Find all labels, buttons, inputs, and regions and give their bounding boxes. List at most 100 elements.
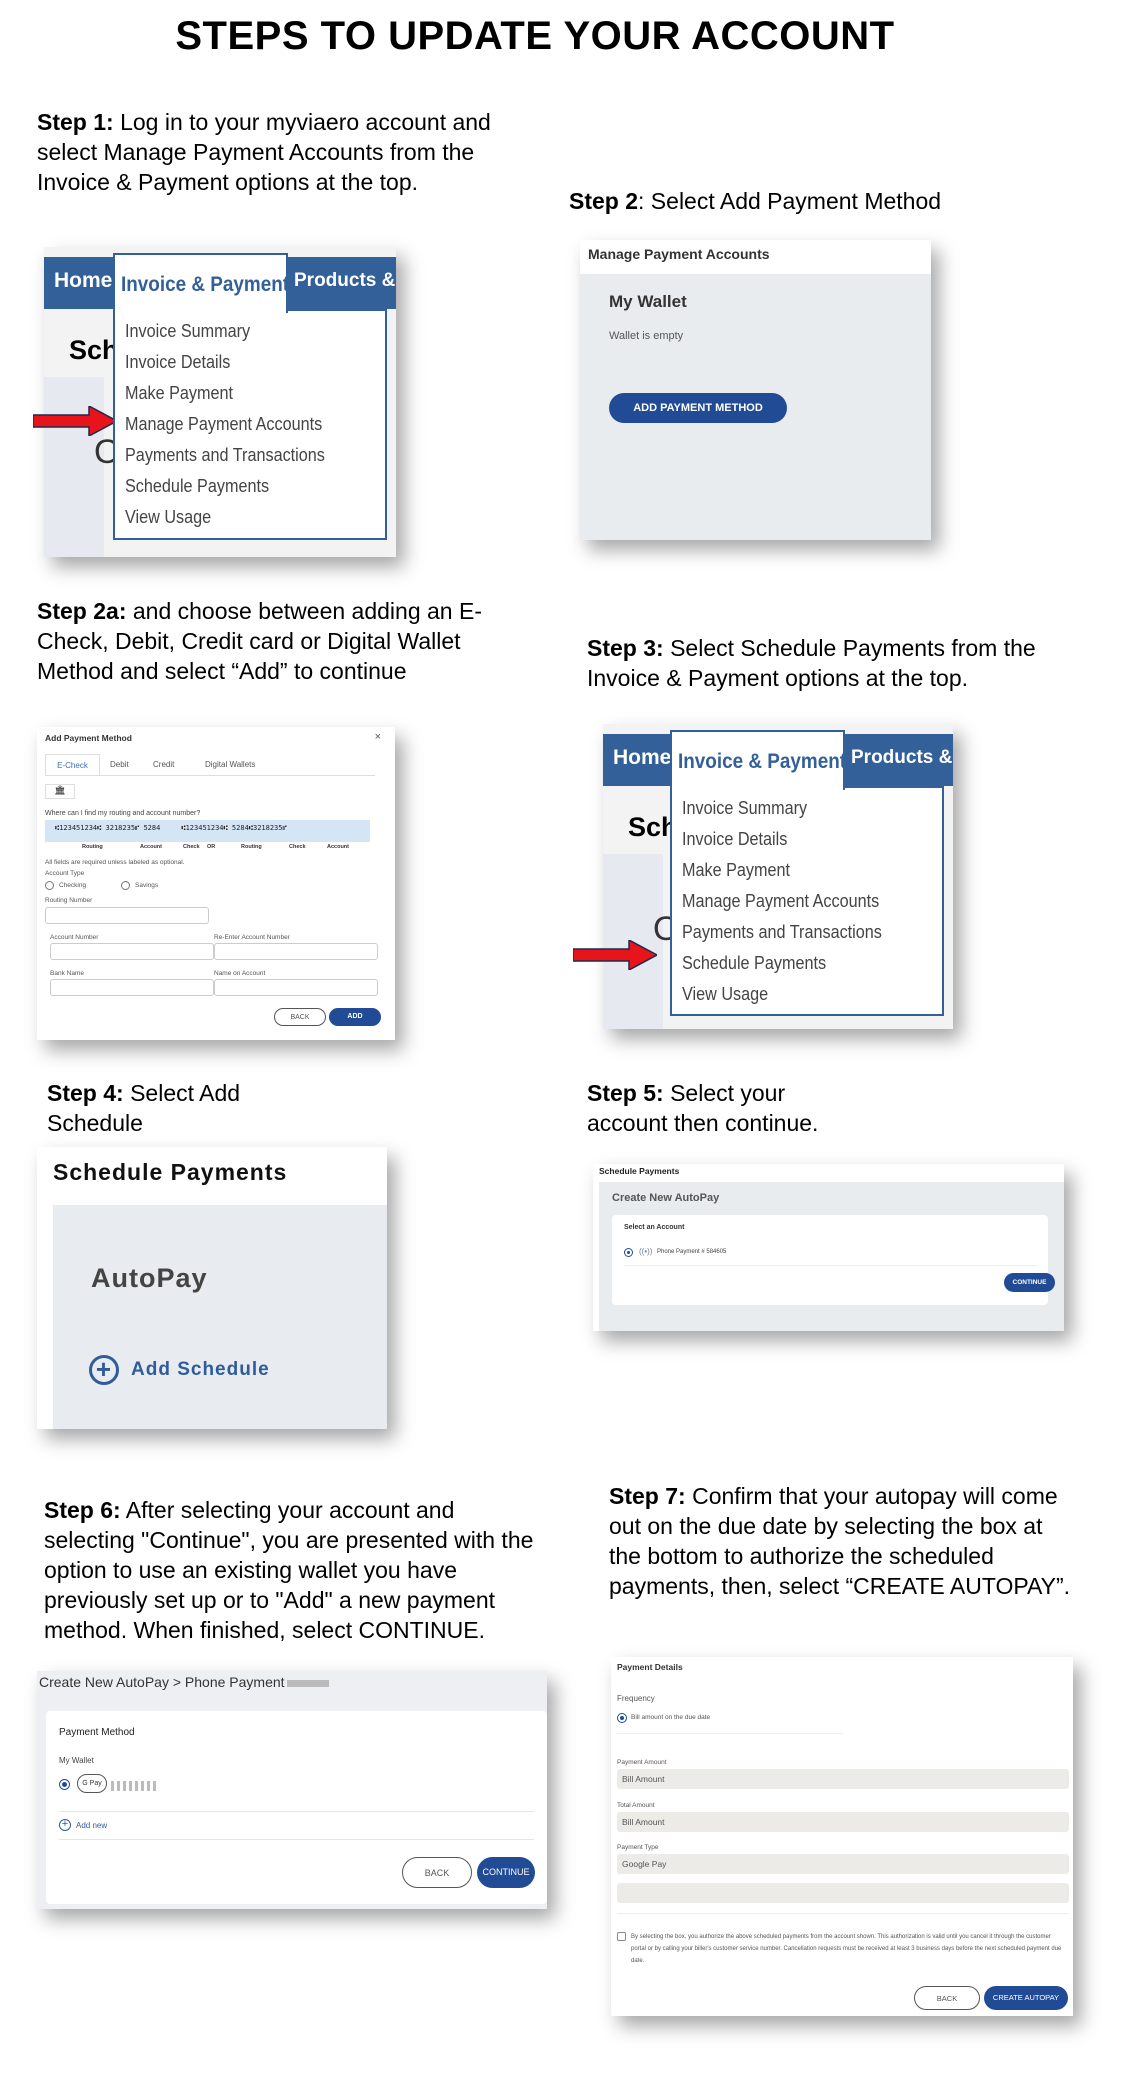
tab-echeck[interactable]: E-Check — [45, 754, 100, 776]
nav-home[interactable]: Home — [613, 746, 671, 770]
routing-number-input[interactable] — [45, 907, 209, 924]
step-2-screenshot: Manage Payment Accounts My Wallet Wallet… — [580, 240, 931, 540]
check-label: Account — [327, 844, 349, 850]
divider — [617, 1733, 843, 1734]
back-button[interactable]: BACK — [402, 1857, 472, 1888]
step-7-screenshot: Payment Details Frequency Bill amount on… — [611, 1657, 1073, 2016]
nav-home[interactable]: Home — [54, 269, 112, 293]
step-4-text: Step 4: Select Add Schedule — [47, 1080, 241, 1136]
account-number-label: Account Number — [50, 934, 99, 941]
payment-method-title: Payment Method — [59, 1727, 135, 1738]
menu-item-make-payment[interactable]: Make Payment — [125, 383, 233, 404]
menu-item-invoice-summary[interactable]: Invoice Summary — [125, 321, 250, 342]
frequency-radio[interactable] — [617, 1713, 627, 1723]
menu-item-payments-transactions[interactable]: Payments and Transactions — [125, 445, 325, 466]
nav-invoice-payment[interactable]: Invoice & Payment — [121, 273, 289, 297]
autopay-panel: AutoPay + Add Schedule — [53, 1205, 387, 1429]
routing-number-label: Routing Number — [45, 897, 93, 904]
back-button[interactable]: BACK — [274, 1008, 326, 1026]
menu-item-make-payment[interactable]: Make Payment — [682, 860, 790, 881]
routing-help-link[interactable]: Where can I find my routing and account … — [45, 810, 200, 817]
tab-digital-wallets[interactable]: Digital Wallets — [205, 760, 255, 769]
menu-item-manage-payment-accounts[interactable]: Manage Payment Accounts — [682, 891, 879, 912]
total-amount-field: Bill Amount — [617, 1812, 1069, 1832]
masked-account-field — [617, 1883, 1069, 1903]
authorize-checkbox[interactable] — [617, 1932, 626, 1941]
menu-item-payments-transactions[interactable]: Payments and Transactions — [682, 922, 882, 943]
divider — [617, 1913, 1069, 1914]
menu-item-invoice-details[interactable]: Invoice Details — [682, 829, 787, 850]
tab-credit[interactable]: Credit — [153, 760, 174, 769]
payment-type-label: Payment Type — [617, 1844, 659, 1851]
payment-tabs: E-Check Debit Credit Digital Wallets — [45, 754, 375, 776]
divider — [59, 1811, 534, 1812]
wallet-radio[interactable] — [59, 1779, 70, 1790]
step-6-screenshot: Create New AutoPay > Phone Payment Payme… — [37, 1671, 547, 1909]
add-payment-method-button[interactable]: ADD PAYMENT METHOD — [609, 393, 787, 423]
savings-radio[interactable] — [121, 881, 130, 890]
bank-icon[interactable]: 🏛 — [45, 784, 75, 799]
menu-item-schedule-payments[interactable]: Schedule Payments — [682, 953, 826, 974]
frequency-option-label: Bill amount on the due date — [631, 1714, 711, 1721]
step-1-text: Step 1: Log in to your myviaero account … — [37, 109, 491, 195]
nav-invoice-payment[interactable]: Invoice & Payment — [678, 750, 846, 774]
payment-amount-field: Bill Amount — [617, 1769, 1069, 1789]
step-4-screenshot: Schedule Payments AutoPay + Add Schedule — [37, 1147, 387, 1429]
back-button[interactable]: BACK — [914, 1986, 980, 2010]
select-account-label: Select an Account — [624, 1224, 685, 1231]
menu-item-manage-payment-accounts[interactable]: Manage Payment Accounts — [125, 414, 322, 435]
checking-label: Checking — [59, 882, 87, 889]
divider — [59, 1839, 534, 1840]
step-2a-screenshot: Add Payment Method × E-Check Debit Credi… — [37, 727, 395, 1040]
bank-name-label: Bank Name — [50, 970, 84, 977]
total-amount-label: Total Amount — [617, 1802, 655, 1809]
add-new-button[interactable]: + Add new — [59, 1819, 107, 1831]
continue-button[interactable]: CONTINUE — [1004, 1273, 1055, 1292]
name-on-account-input[interactable] — [214, 979, 378, 996]
invoice-payment-tab: Invoice & Payment — [670, 730, 846, 790]
name-on-account-label: Name on Account — [214, 970, 266, 977]
checking-radio[interactable] — [45, 881, 54, 890]
account-type-label: Account Type — [45, 870, 85, 877]
dialog-title: Add Payment Method — [45, 733, 132, 743]
reenter-account-input[interactable] — [214, 943, 378, 960]
menu-item-invoice-details[interactable]: Invoice Details — [125, 352, 230, 373]
check-label: Routing — [241, 844, 262, 850]
add-schedule-label: Add Schedule — [131, 1359, 270, 1380]
account-number-input[interactable] — [50, 943, 214, 960]
step-5-text: Step 5: Select your account then continu… — [587, 1080, 819, 1136]
masked-wallet-number — [111, 1781, 156, 1791]
menu-item-view-usage[interactable]: View Usage — [125, 507, 211, 528]
google-pay-icon: G Pay — [77, 1774, 107, 1793]
check-label: Check — [183, 844, 200, 850]
reenter-account-label: Re-Enter Account Number — [214, 934, 290, 941]
frequency-label: Frequency — [617, 1694, 655, 1703]
divider — [624, 1265, 1037, 1266]
bank-name-input[interactable] — [50, 979, 214, 996]
menu-item-invoice-summary[interactable]: Invoice Summary — [682, 798, 807, 819]
continue-button[interactable]: CONTINUE — [477, 1857, 535, 1888]
wallet-empty-text: Wallet is empty — [609, 330, 684, 342]
payment-amount-label: Payment Amount — [617, 1759, 667, 1766]
close-icon[interactable]: × — [375, 731, 381, 743]
check-label: Check — [289, 844, 306, 850]
breadcrumb-text: Create New AutoPay > Phone Payment — [39, 1674, 285, 1690]
step-3-text: Step 3: Select Schedule Payments from th… — [587, 635, 1036, 691]
account-option-label: Phone Payment # 584605 — [657, 1249, 727, 1255]
nav-products[interactable]: Products & — [294, 270, 395, 292]
add-schedule-button[interactable]: + Add Schedule — [89, 1355, 270, 1385]
breadcrumb: Create New AutoPay > Phone Payment — [39, 1674, 329, 1690]
required-note: All fields are required unless labeled a… — [45, 859, 185, 866]
menu-item-schedule-payments[interactable]: Schedule Payments — [125, 476, 269, 497]
check-label: Account — [140, 844, 162, 850]
create-autopay-button[interactable]: CREATE AUTOPAY — [984, 1986, 1068, 2010]
red-arrow-icon — [573, 940, 657, 970]
tab-debit[interactable]: Debit — [110, 760, 129, 769]
add-button[interactable]: ADD — [329, 1008, 381, 1026]
nav-products[interactable]: Products & — [851, 747, 952, 769]
step-2-text: Step 2: Select Add Payment Method — [569, 188, 942, 214]
payment-details-title: Payment Details — [617, 1662, 683, 1672]
my-wallet-title: My Wallet — [609, 292, 687, 311]
menu-item-view-usage[interactable]: View Usage — [682, 984, 768, 1005]
account-radio[interactable] — [624, 1248, 633, 1257]
